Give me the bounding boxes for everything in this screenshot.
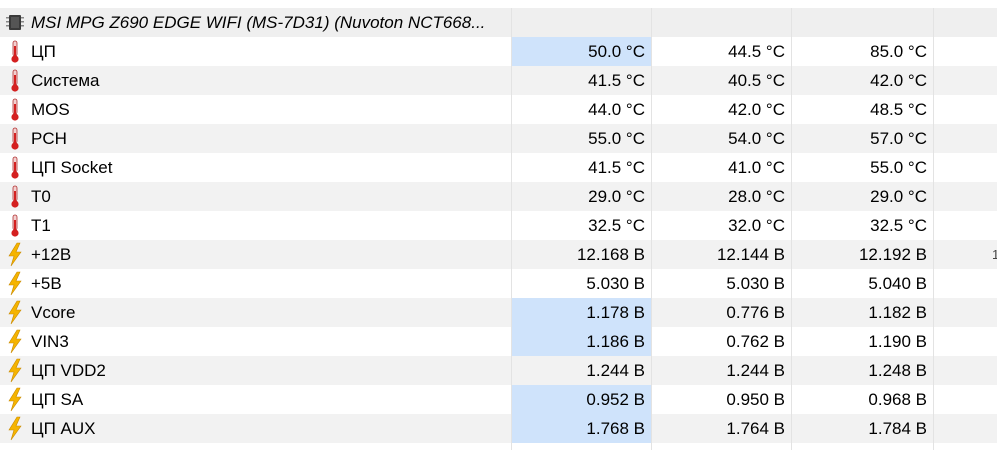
sensor-current-value: 41.5 °C (588, 71, 645, 90)
sensor-current-value: 29.0 °C (588, 187, 645, 206)
lightning-icon (6, 300, 24, 325)
sensor-row[interactable]: ЦП VDD2 1.244 В 1.244 В 1.248 В (0, 356, 997, 385)
thermometer-icon (6, 68, 24, 93)
sensor-name: MOS (31, 100, 70, 119)
sensor-max-value: 1.248 В (868, 361, 927, 380)
thermometer-icon (6, 126, 24, 151)
sensor-current-value: 41.5 °C (588, 158, 645, 177)
sensor-row[interactable]: MOS 44.0 °C 42.0 °C 48.5 °C (0, 95, 997, 124)
sensor-name: T1 (31, 216, 51, 235)
device-header-row[interactable]: MSI MPG Z690 EDGE WIFI (MS-7D31) (Nuvoto… (0, 8, 997, 37)
sensor-min-value: 1.244 В (726, 361, 785, 380)
sensor-name: Система (31, 71, 100, 90)
sensor-min-value: 28.0 °C (728, 187, 785, 206)
sensor-min-value: 1.764 В (726, 419, 785, 438)
sensor-min-value: 54.0 °C (728, 129, 785, 148)
lightning-icon (6, 387, 24, 412)
sensor-min-value: 42.0 °C (728, 100, 785, 119)
column-divider (651, 8, 652, 450)
column-divider (791, 8, 792, 450)
device-header-label: MSI MPG Z690 EDGE WIFI (MS-7D31) (Nuvoto… (31, 13, 486, 32)
sensor-max-value: 29.0 °C (870, 187, 927, 206)
sensor-min-value: 0.776 В (726, 303, 785, 322)
sensor-min-value: 0.950 В (726, 390, 785, 409)
column-divider (511, 8, 512, 450)
sensor-max-value: 1.190 В (868, 332, 927, 351)
sensor-name: ЦП AUX (31, 419, 96, 438)
sensor-row[interactable]: PCH 55.0 °C 54.0 °C 57.0 °C (0, 124, 997, 153)
sensor-name: +5В (31, 274, 62, 293)
sensor-name: T0 (31, 187, 51, 206)
lightning-icon (6, 242, 24, 267)
sensor-name: +12В (31, 245, 72, 264)
sensor-name: Vcore (31, 303, 76, 322)
sensor-current-value: 12.168 В (576, 245, 645, 264)
sensor-min-value: 44.5 °C (728, 42, 785, 61)
lightning-icon (6, 416, 24, 441)
sensor-max-value: 57.0 °C (870, 129, 927, 148)
thermometer-icon (6, 97, 24, 122)
sensor-current-value: 0.952 В (511, 385, 651, 414)
sensor-max-value: 55.0 °C (870, 158, 927, 177)
sensor-max-value: 1.182 В (868, 303, 927, 322)
sensor-max-value: 42.0 °C (870, 71, 927, 90)
sensor-table: MSI MPG Z690 EDGE WIFI (MS-7D31) (Nuvoto… (0, 8, 997, 443)
sensor-row[interactable]: T0 29.0 °C 28.0 °C 29.0 °C (0, 182, 997, 211)
sensor-row[interactable]: ЦП AUX 1.768 В 1.764 В 1.784 В (0, 414, 997, 443)
sensor-name: VIN3 (31, 332, 69, 351)
thermometer-icon (6, 39, 24, 64)
sensor-row[interactable]: +5В 5.030 В 5.030 В 5.040 В (0, 269, 997, 298)
sensor-min-value: 32.0 °C (728, 216, 785, 235)
sensor-name: ЦП Socket (31, 158, 113, 177)
sensor-max-value: 85.0 °C (870, 42, 927, 61)
chip-icon (6, 10, 24, 35)
sensor-current-value: 50.0 °C (511, 37, 651, 66)
sensor-current-value: 1.178 В (511, 298, 651, 327)
thermometer-icon (6, 155, 24, 180)
sensor-min-value: 40.5 °C (728, 71, 785, 90)
sensor-max-value: 5.040 В (868, 274, 927, 293)
sensor-current-value: 1.186 В (511, 327, 651, 356)
sensor-min-value: 5.030 В (726, 274, 785, 293)
sensor-min-value: 0.762 В (726, 332, 785, 351)
sensor-row[interactable]: ЦП 50.0 °C 44.5 °C 85.0 °C (0, 37, 997, 66)
sensor-current-value: 1.244 В (586, 361, 645, 380)
sensor-row[interactable]: +12В 12.168 В 12.144 В 12.192 В 1 (0, 240, 997, 269)
sensor-min-value: 12.144 В (716, 245, 785, 264)
sensor-min-value: 41.0 °C (728, 158, 785, 177)
column-divider (933, 8, 934, 450)
sensor-current-value: 55.0 °C (588, 129, 645, 148)
sensor-current-value: 1.768 В (511, 414, 651, 443)
sensor-row[interactable]: VIN3 1.186 В 0.762 В 1.190 В (0, 327, 997, 356)
sensor-row[interactable]: T1 32.5 °C 32.0 °C 32.5 °C (0, 211, 997, 240)
sensor-max-value: 1.784 В (868, 419, 927, 438)
sensor-max-value: 0.968 В (868, 390, 927, 409)
sensor-current-value: 44.0 °C (588, 100, 645, 119)
sensor-row[interactable]: Система 41.5 °C 40.5 °C 42.0 °C (0, 66, 997, 95)
sensor-avg-value-clipped: 1 (992, 247, 997, 262)
sensor-row[interactable]: ЦП SA 0.952 В 0.950 В 0.968 В (0, 385, 997, 414)
sensor-current-value: 32.5 °C (588, 216, 645, 235)
sensor-max-value: 48.5 °C (870, 100, 927, 119)
sensor-current-value: 5.030 В (586, 274, 645, 293)
lightning-icon (6, 271, 24, 296)
sensor-name: ЦП (31, 42, 56, 61)
sensor-name: ЦП SA (31, 390, 84, 409)
sensor-row[interactable]: Vcore 1.178 В 0.776 В 1.182 В (0, 298, 997, 327)
thermometer-icon (6, 213, 24, 238)
lightning-icon (6, 329, 24, 354)
sensor-max-value: 12.192 В (858, 245, 927, 264)
sensor-row[interactable]: ЦП Socket 41.5 °C 41.0 °C 55.0 °C (0, 153, 997, 182)
sensor-name: PCH (31, 129, 67, 148)
thermometer-icon (6, 184, 24, 209)
sensor-max-value: 32.5 °C (870, 216, 927, 235)
sensor-name: ЦП VDD2 (31, 361, 106, 380)
lightning-icon (6, 358, 24, 383)
